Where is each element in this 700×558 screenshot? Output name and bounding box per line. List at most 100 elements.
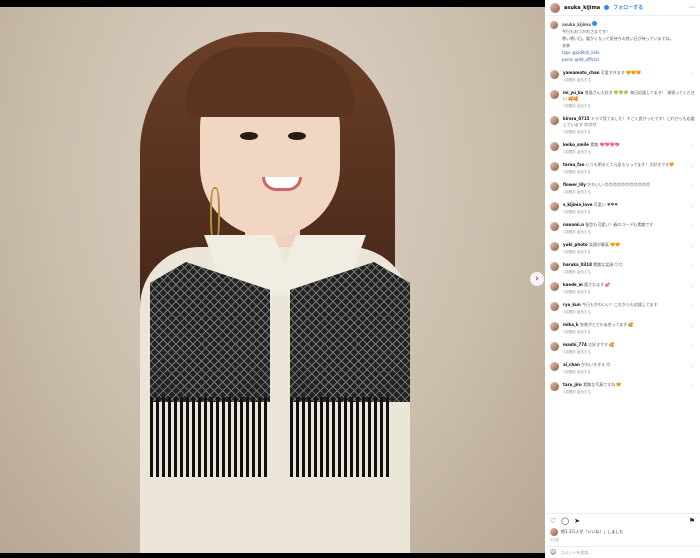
comment-like-icon[interactable]: ♡ [691,164,695,170]
caption-link[interactable]: pants @dd_official [562,57,674,63]
comment-text: 可愛すぎます 🧡🧡🧡 [600,70,642,75]
commenter-avatar[interactable] [550,282,559,291]
commenter-avatar[interactable] [550,202,559,211]
commenter-avatar[interactable] [550,342,559,351]
comment-like-icon[interactable]: ♡ [691,364,695,370]
comment-like-icon[interactable]: ♡ [691,304,695,310]
commenter-username[interactable]: kirara_0715 [563,116,590,121]
author-username[interactable]: asuka_kijima [564,5,600,11]
commenter-username[interactable]: nanami.n [563,222,584,227]
comment-meta[interactable]: 1週間前 返信する [563,330,695,335]
comment-like-icon[interactable]: ♡ [691,264,695,270]
comment-like-icon[interactable]: ♡ [691,284,695,290]
comment-like-icon[interactable]: ♡ [691,324,695,330]
emoji-icon[interactable]: ☺ [550,549,556,556]
comment-input[interactable]: コメントを追加... [560,550,592,556]
comment-meta[interactable]: 1週間前 返信する [563,390,695,395]
follow-button[interactable]: フォローする [613,4,643,11]
comment-like-icon[interactable]: ♡ [691,384,695,390]
share-icon[interactable]: ➤ [574,517,580,525]
commenter-avatar[interactable] [550,262,559,271]
comment-item: taro_jiro 素敵な写真ですね 🧡 1週間前 返信する ♡ [550,382,695,395]
post-photo[interactable] [0,7,545,553]
comment-meta[interactable]: 1週間前 返信する [563,270,695,275]
commenter-username[interactable]: tarou_fan [563,162,584,167]
comment-list: yamamoto_chan 可愛すぎます 🧡🧡🧡 1週間前 返信する ♡ mi_… [545,66,700,395]
post-header: asuka_kijima フォローする ⋯ [545,0,700,16]
caption-username[interactable]: asuka_kijima [562,22,591,27]
comment-meta[interactable]: 1週間前 返信する [563,78,695,83]
comment-like-icon[interactable]: ♡ [691,92,695,98]
commenter-avatar[interactable] [550,90,559,99]
commenter-avatar[interactable] [550,322,559,331]
comment-meta[interactable]: 1週間前 返信する [563,250,695,255]
comment-meta[interactable]: 1週間前 返信する [563,290,695,295]
caption-link[interactable]: tops @jaditch_kids [562,50,674,56]
commenter-username[interactable]: mashi_774 [563,342,587,347]
bookmark-icon[interactable]: ⚑ [689,517,695,525]
comment-item: mashi_774 大好きです 🥰 1週間前 返信する ♡ [550,342,695,355]
comment-item: yamamoto_chan 可愛すぎます 🧡🧡🧡 1週間前 返信する ♡ [550,70,695,83]
comment-like-icon[interactable]: ♡ [691,244,695,250]
comment-like-icon[interactable]: ♡ [691,144,695,150]
comment-composer[interactable]: ☺ コメントを追加... [545,546,700,558]
commenter-username[interactable]: mi_yu_ka [563,90,583,95]
likes-summary[interactable]: 他1.3万人が「いいね！」しました [550,528,695,536]
comment-meta[interactable]: 1週間前 返信する [563,130,695,135]
commenter-username[interactable]: yamamoto_chan [563,70,600,75]
commenter-avatar[interactable] [550,182,559,191]
next-photo-button[interactable]: › [530,272,544,286]
likes-text[interactable]: 他1.3万人が「いいね！」しました [561,529,623,535]
comment-like-icon[interactable]: ♡ [691,224,695,230]
comment-item: kaede_m 癒されます 💕 1週間前 返信する ♡ [550,282,695,295]
heart-icon[interactable]: ♡ [550,517,556,525]
comment-meta[interactable]: 1週間前 返信する [563,350,695,355]
commenter-username[interactable]: s_kijima_love [563,202,592,207]
comment-like-icon[interactable]: ♡ [691,72,695,78]
comment-item: haruka_0318 素敵な笑顔 😊😊 1週間前 返信する ♡ [550,262,695,275]
commenter-username[interactable]: kaede_m [563,282,583,287]
photo-bangs [185,47,355,117]
commenter-username[interactable]: taro_jiro [563,382,582,387]
commenter-username[interactable]: haruka_0318 [563,262,592,267]
author-avatar[interactable] [550,2,560,13]
more-options-icon[interactable]: ⋯ [689,4,695,11]
comment-item: mika_k 衣装がとても似合ってます 🥰 1週間前 返信する ♡ [550,322,695,335]
comment-like-icon[interactable]: ♡ [691,204,695,210]
comment-meta[interactable]: 1週間前 返信する [563,150,695,155]
commenter-avatar[interactable] [550,382,559,391]
comment-like-icon[interactable]: ♡ [691,118,695,124]
commenter-avatar[interactable] [550,70,559,79]
commenter-avatar[interactable] [550,242,559,251]
commenter-username[interactable]: flower_lily [563,182,586,187]
commenter-avatar[interactable] [550,142,559,151]
comment-meta[interactable]: 1週間前 返信する [563,190,695,195]
comment-meta[interactable]: 1週間前 返信する [563,230,695,235]
commenter-username[interactable]: mika_k [563,322,579,327]
comment-icon[interactable]: ◯ [561,517,569,525]
comment-meta[interactable]: 1週間前 返信する [563,170,695,175]
commenter-avatar[interactable] [550,116,559,125]
commenter-avatar[interactable] [550,302,559,311]
comment-item: nanami.n 髪型も可愛い！春のコーデも素敵です 1週間前 返信する ♡ [550,222,695,235]
post-sidebar: asuka_kijima フォローする ⋯ asuka_kijima 今日もおつ… [545,0,700,558]
comment-meta[interactable]: 1週間前 返信する [563,310,695,315]
comment-text: 鬼島さん大好き 🍀🍀🍀 毎日応援してます！ 頑張ってください 🥰🥰 [563,90,695,101]
commenter-username[interactable]: ai_chan [563,362,580,367]
comment-like-icon[interactable]: ♡ [691,184,695,190]
commenter-username[interactable]: keiko_smile [563,142,589,147]
commenter-avatar[interactable] [550,362,559,371]
verified-icon [592,21,598,26]
comment-text: 今日もかわいい！これからも応援してます [581,302,658,307]
commenter-username[interactable]: ryo_kun [563,302,581,307]
comment-like-icon[interactable]: ♡ [691,344,695,350]
comment-item: keiko_smile 素敵 💖💖💖💖 1週間前 返信する ♡ [550,142,695,155]
comment-meta[interactable]: 1週間前 返信する [563,370,695,375]
caption-avatar[interactable] [550,21,558,29]
commenter-avatar[interactable] [550,162,559,171]
commenter-username[interactable]: yuki_photo [563,242,588,247]
comment-meta[interactable]: 1週間前 返信する [563,210,695,215]
commenter-avatar[interactable] [550,222,559,231]
caption-line: 衣装 [562,43,570,48]
comment-meta[interactable]: 1週間前 返信する [563,104,695,109]
